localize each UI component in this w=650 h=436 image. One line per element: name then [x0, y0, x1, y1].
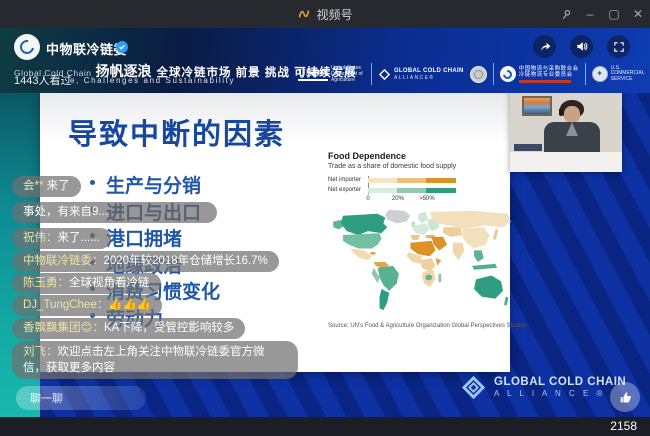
world-map [328, 208, 514, 316]
headset-icon [559, 108, 563, 116]
tick-50: >50% [419, 196, 435, 202]
bullet-item: 进口与出口 [88, 198, 220, 225]
speaker-icon [574, 39, 589, 54]
chart-source: Source: UN's Food & Agriculture Organiza… [328, 323, 508, 329]
presenter-desk [510, 152, 622, 172]
window-titlebar: 视频号 – ▢ ✕ [0, 0, 650, 28]
stream-header: 中物联冷链委 Global Cold Ch [0, 28, 650, 93]
fullscreen-icon [612, 40, 626, 54]
thumbs-up-icon [618, 390, 633, 405]
cflp-logo: 中国物流与采购联合会 冷链物流专业委员会 [500, 66, 579, 83]
cflp-red-banner [519, 80, 571, 83]
chat-input[interactable]: 聊一聊 [16, 386, 146, 410]
seal-logo [470, 66, 487, 83]
gcca-diamond-icon [378, 68, 391, 81]
cflp-line2: 冷链物流专业委员会 [519, 72, 579, 79]
gcca-footer-logo: GLOBAL COLD CHAIN A L L I A N C E ® [460, 374, 626, 401]
pin-icon[interactable] [554, 0, 578, 28]
viewer-count: 1443人看过 [14, 72, 71, 88]
fullscreen-button[interactable] [607, 35, 630, 58]
legend-label-importer: Net importer [328, 177, 368, 183]
chart-subtitle: Trade as a share of domestic food supply [328, 163, 508, 170]
app-title: 视频号 [297, 6, 352, 23]
tick-20: 20% [392, 196, 404, 202]
share-arrow-icon [537, 39, 552, 54]
verified-badge-icon [116, 41, 128, 53]
partner-logos: USDA United States Department of Agricul… [298, 59, 645, 89]
channel-name[interactable]: 中物联冷链委 [46, 39, 127, 58]
gcca-header-line1: GLOBAL COLD CHAIN [394, 68, 464, 75]
gcca-diamond-icon [460, 374, 487, 401]
presenter-name-tag [514, 144, 542, 151]
presenter-face [564, 106, 580, 123]
bullet-item: 劳动力 [88, 304, 220, 331]
chart-title: Food Dependence [328, 151, 508, 161]
gcca-header-logo: GLOBAL COLD CHAIN ALLIANCE® [378, 68, 464, 81]
gcca-header-line2: ALLIANCE® [394, 75, 464, 81]
presenter-video [510, 88, 622, 172]
bottom-bar: 2158 [0, 417, 650, 436]
left-accent-strip [0, 62, 40, 417]
legend-bar-importer [368, 178, 456, 183]
gcca-footer-line1: GLOBAL COLD CHAIN [494, 376, 626, 389]
slide-bullet-list: 生产与分销 进口与出口 港口拥堵 地缘政治 消费习惯变化 劳动力 [88, 171, 220, 330]
tick-0: 0 [366, 196, 369, 202]
cflp-emblem-icon [500, 66, 516, 82]
usda-logo: USDA United States Department of Agricul… [298, 65, 365, 83]
uscs-emblem-icon: ✦ [592, 66, 608, 82]
minimize-button[interactable]: – [578, 0, 602, 28]
maximize-button[interactable]: ▢ [602, 0, 626, 28]
bullet-item: 消费习惯变化 [88, 277, 220, 304]
uscs-line3: SERVICE [611, 77, 645, 83]
legend-bar-exporter [368, 188, 456, 193]
chart-legend: Net importer Net exporter [328, 176, 508, 194]
video-stage: 导致中断的因素 生产与分销 进口与出口 港口拥堵 地缘政治 消费习惯变化 劳动力… [0, 28, 650, 417]
channel-avatar[interactable] [14, 34, 40, 60]
like-count: 2158 [610, 419, 637, 433]
legend-ticks: 0 20% >50% [368, 196, 456, 204]
app-window: 视频号 – ▢ ✕ 导致中断的因素 生产与分销 进口与出口 港口拥堵 地缘政治 … [0, 0, 650, 436]
legend-label-exporter: Net exporter [328, 187, 368, 193]
bullet-item: 港口拥堵 [88, 224, 220, 251]
gcca-footer-line2: A L L I A N C E ® [494, 389, 626, 399]
food-dependence-chart: Food Dependence Trade as a share of dome… [328, 151, 508, 329]
close-button[interactable]: ✕ [626, 0, 650, 28]
us-commercial-service-logo: ✦ U.S. COMMERCIAL SERVICE [592, 66, 645, 83]
conference-banner-line2: e, Challenges and Sustainability [70, 76, 235, 85]
app-title-text: 视频号 [316, 6, 352, 23]
presentation-slide: 导致中断的因素 生产与分销 进口与出口 港口拥堵 地缘政治 消费习惯变化 劳动力… [40, 93, 510, 372]
window-controls: – ▢ ✕ [554, 0, 650, 28]
avatar-emblem-icon [17, 37, 36, 56]
chat-input-placeholder: 聊一聊 [30, 390, 63, 406]
share-button[interactable] [533, 35, 556, 58]
channels-logo-icon [297, 7, 311, 21]
volume-button[interactable] [570, 35, 593, 58]
like-button[interactable] [610, 382, 640, 412]
usda-text: United States Department of Agriculture [331, 65, 365, 83]
slide-title: 导致中断的因素 [68, 111, 285, 153]
usda-acronym: USDA [298, 68, 328, 81]
bullet-item: 地缘政治 [88, 251, 220, 278]
bullet-item: 生产与分销 [88, 171, 220, 198]
wall-picture [522, 96, 552, 116]
